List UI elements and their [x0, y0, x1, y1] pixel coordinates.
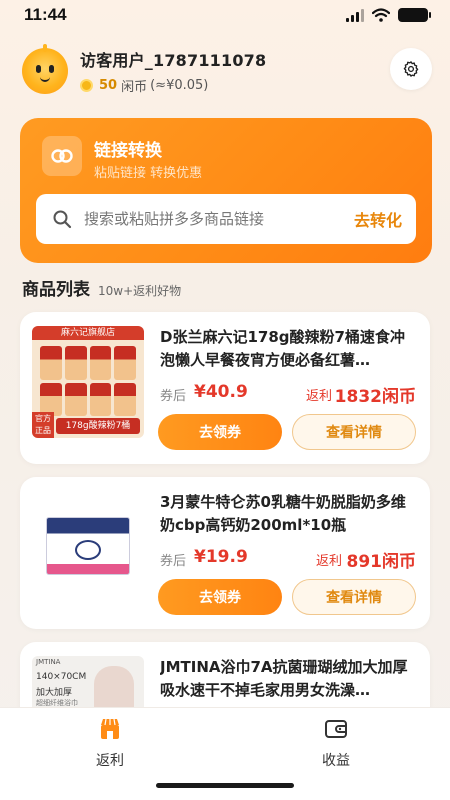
view-details-button[interactable]: 查看详情 — [292, 414, 416, 450]
tab-earnings[interactable]: 收益 — [276, 716, 396, 770]
product-list-header: 商品列表 10w+返利好物 — [22, 275, 181, 300]
profile-header: 访客用户_1787111078 50 闲币 (≈¥0.05) — [22, 44, 432, 96]
wifi-icon — [372, 8, 390, 22]
product-title[interactable]: JMTINA浴巾7A抗菌珊瑚绒加大加厚吸水速干不掉毛家用男女洗澡… — [160, 656, 416, 702]
status-bar: 11:44 — [0, 0, 450, 30]
section-subtitle: 10w+返利好物 — [98, 284, 182, 298]
convert-subtitle: 粘贴链接 转换优惠 — [94, 166, 203, 181]
coin-balance: 50 闲币 (≈¥0.05) — [80, 76, 266, 95]
coin-unit: 闲币 — [121, 80, 148, 95]
home-indicator — [156, 783, 294, 788]
thumb-caption: 178g酸辣粉7桶 — [56, 418, 140, 434]
view-details-button[interactable]: 查看详情 — [292, 579, 416, 615]
coin-value: (≈¥0.05) — [150, 78, 209, 93]
price-row: 券后 ¥19.9 返利 891闲币 — [160, 547, 417, 572]
product-image[interactable] — [32, 497, 144, 609]
cellular-signal-icon — [346, 8, 364, 22]
shop-icon — [101, 718, 119, 739]
get-coupon-button[interactable]: 去领券 — [158, 579, 282, 615]
price-value: ¥40.9 — [194, 382, 248, 402]
link-icon — [42, 136, 82, 176]
product-card[interactable]: 3月蒙牛特仑苏0乳糖牛奶脱脂奶多维奶cbp高钙奶200ml*10瓶 券后 ¥19… — [20, 477, 430, 629]
wallet-icon — [325, 720, 347, 738]
status-icons — [346, 8, 431, 22]
price-label: 券后 — [160, 389, 187, 404]
product-cups-illustration — [40, 346, 136, 416]
product-image[interactable]: 麻六记旗舰店 官方正品 178g酸辣粉7桶 — [32, 326, 144, 438]
rebate-value: 891闲币 — [346, 552, 417, 572]
thumb-caption: 加大加厚 — [36, 688, 73, 698]
price-label: 券后 — [160, 554, 187, 569]
price-row: 券后 ¥40.9 返利 1832闲币 — [160, 382, 416, 407]
thumb-banner: 麻六记旗舰店 — [32, 326, 144, 340]
rebate-label: 返利 — [315, 554, 342, 569]
product-card[interactable]: 麻六记旗舰店 官方正品 178g酸辣粉7桶 D张兰麻六记178g酸辣粉7桶速食冲… — [20, 312, 430, 464]
profile-info: 访客用户_1787111078 50 闲币 (≈¥0.05) — [80, 47, 266, 95]
battery-icon — [398, 8, 431, 22]
section-title: 商品列表 — [22, 280, 90, 300]
search-icon — [53, 210, 72, 229]
convert-button[interactable]: 去转化 — [354, 207, 402, 231]
thumb-tag: 官方正品 — [32, 412, 54, 438]
coin-count: 50 — [99, 78, 118, 93]
get-coupon-button[interactable]: 去领券 — [158, 414, 282, 450]
tab-earnings-label: 收益 — [322, 753, 350, 769]
rebate-label: 返利 — [305, 389, 332, 404]
milk-box-illustration — [46, 517, 130, 575]
rebate-value: 1832闲币 — [334, 387, 416, 407]
convert-title: 链接转换 — [94, 141, 162, 161]
settings-button[interactable] — [390, 48, 432, 90]
tab-rebate[interactable]: 返利 — [50, 716, 170, 770]
search-box: 去转化 — [36, 194, 416, 244]
search-input[interactable] — [84, 210, 354, 228]
product-title[interactable]: D张兰麻六记178g酸辣粉7桶速食冲泡懒人早餐夜宵方便必备红薯… — [160, 326, 416, 372]
price-value: ¥19.9 — [194, 547, 248, 567]
link-convert-card: 链接转换 粘贴链接 转换优惠 去转化 — [20, 118, 432, 263]
thumb-size: 140×70CM — [36, 672, 87, 682]
tab-rebate-label: 返利 — [96, 753, 124, 769]
status-time: 11:44 — [24, 5, 67, 24]
username: 访客用户_1787111078 — [80, 51, 267, 70]
gear-icon — [403, 61, 419, 77]
avatar[interactable] — [22, 44, 68, 94]
product-title[interactable]: 3月蒙牛特仑苏0乳糖牛奶脱脂奶多维奶cbp高钙奶200ml*10瓶 — [160, 491, 416, 537]
thumb-brand: JMTINA — [36, 658, 61, 666]
coin-icon — [80, 79, 93, 92]
